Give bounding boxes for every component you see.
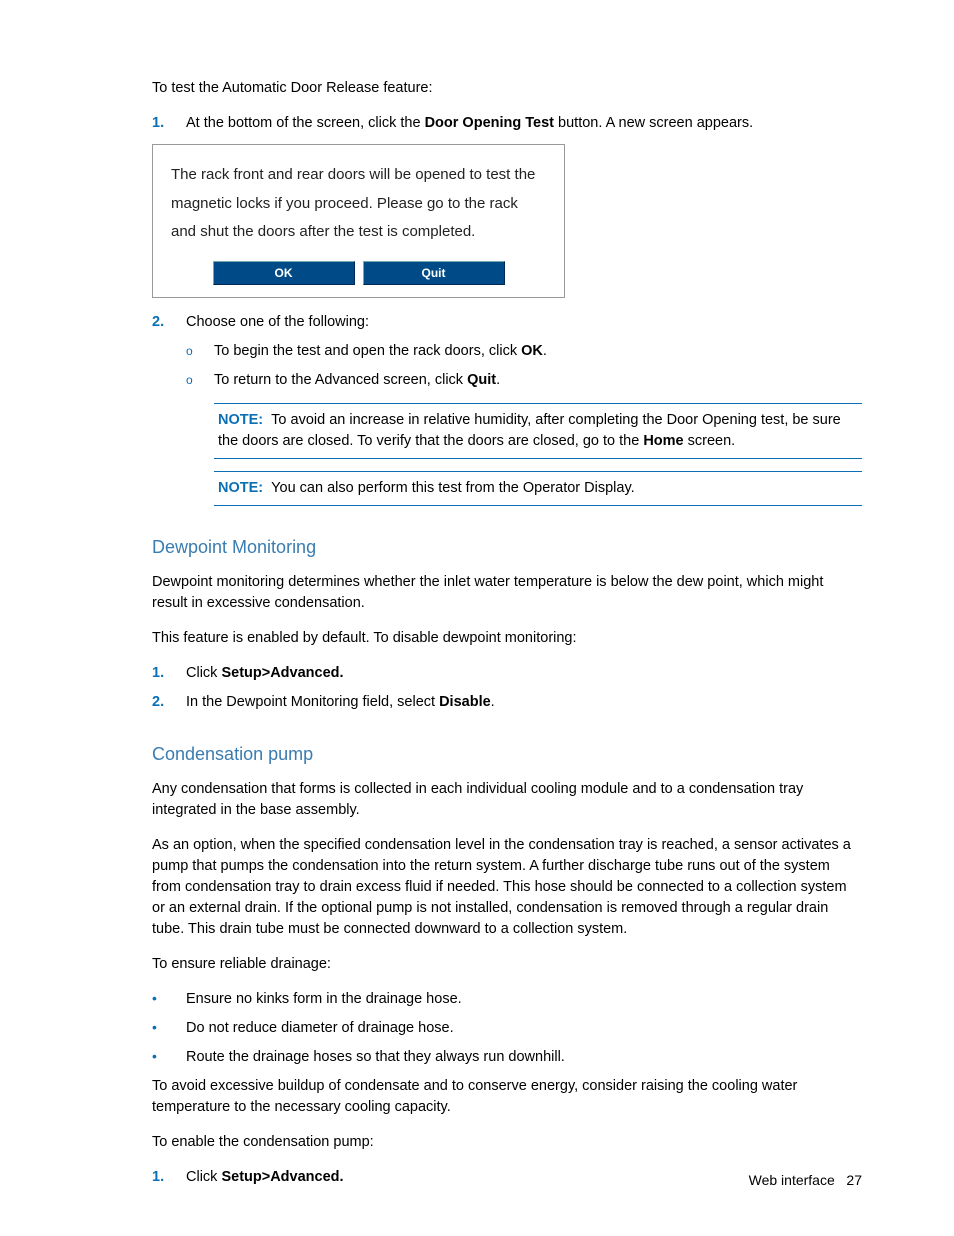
paragraph: To ensure reliable drainage: — [152, 954, 862, 975]
sub-marker: o — [186, 370, 214, 391]
page-footer: Web interface 27 — [749, 1170, 862, 1190]
bullet-text: Ensure no kinks form in the drainage hos… — [186, 989, 462, 1010]
ok-button[interactable]: OK — [213, 261, 355, 285]
bullet-icon: • — [152, 1047, 186, 1068]
sub-marker: o — [186, 341, 214, 362]
bullet-icon: • — [152, 989, 186, 1010]
intro-text: To test the Automatic Door Release featu… — [152, 78, 862, 99]
sub-text: To begin the test and open the rack door… — [214, 341, 547, 362]
step-text: Click Setup>Advanced. — [186, 1167, 344, 1188]
note-label: NOTE: — [218, 480, 263, 496]
document-page: To test the Automatic Door Release featu… — [0, 0, 954, 1236]
list-number: 2. — [152, 312, 186, 333]
dew-step-2: 2. In the Dewpoint Monitoring field, sel… — [152, 692, 862, 713]
step-1: 1. At the bottom of the screen, click th… — [152, 113, 862, 134]
paragraph: To avoid excessive buildup of condensate… — [152, 1076, 862, 1118]
note-text: To avoid an increase in relative humidit… — [218, 412, 841, 449]
heading-dewpoint: Dewpoint Monitoring — [152, 534, 862, 560]
step-text: Choose one of the following: — [186, 312, 369, 333]
quit-button[interactable]: Quit — [363, 261, 505, 285]
step-text: At the bottom of the screen, click the D… — [186, 113, 753, 134]
page-number: 27 — [846, 1172, 862, 1188]
step-text: Click Setup>Advanced. — [186, 663, 344, 684]
note-box-1: NOTE: To avoid an increase in relative h… — [214, 403, 862, 459]
heading-condensation: Condensation pump — [152, 741, 862, 767]
sub-item-b: o To return to the Advanced screen, clic… — [186, 370, 862, 391]
note-text: You can also perform this test from the … — [267, 480, 635, 496]
footer-section: Web interface — [749, 1172, 835, 1188]
step-text: In the Dewpoint Monitoring field, select… — [186, 692, 495, 713]
sub-item-a: o To begin the test and open the rack do… — [186, 341, 862, 362]
paragraph: Dewpoint monitoring determines whether t… — [152, 572, 862, 614]
dialog-message: The rack front and rear doors will be op… — [171, 161, 546, 247]
sub-text: To return to the Advanced screen, click … — [214, 370, 500, 391]
dialog-button-row: OK Quit — [171, 261, 546, 285]
step-2: 2. Choose one of the following: — [152, 312, 862, 333]
sub-list: o To begin the test and open the rack do… — [186, 341, 862, 391]
list-number: 1. — [152, 663, 186, 684]
bullet-icon: • — [152, 1018, 186, 1039]
note-box-2: NOTE: You can also perform this test fro… — [214, 471, 862, 506]
list-number: 2. — [152, 692, 186, 713]
list-number: 1. — [152, 113, 186, 134]
paragraph: This feature is enabled by default. To d… — [152, 628, 862, 649]
bullet-1: • Ensure no kinks form in the drainage h… — [152, 989, 862, 1010]
list-number: 1. — [152, 1167, 186, 1188]
paragraph: As an option, when the specified condens… — [152, 835, 862, 940]
note-label: NOTE: — [218, 412, 263, 428]
bullet-3: • Route the drainage hoses so that they … — [152, 1047, 862, 1068]
confirmation-dialog: The rack front and rear doors will be op… — [152, 144, 565, 298]
bullet-text: Do not reduce diameter of drainage hose. — [186, 1018, 454, 1039]
paragraph: Any condensation that forms is collected… — [152, 779, 862, 821]
bullet-text: Route the drainage hoses so that they al… — [186, 1047, 565, 1068]
paragraph: To enable the condensation pump: — [152, 1132, 862, 1153]
dew-step-1: 1. Click Setup>Advanced. — [152, 663, 862, 684]
bullet-2: • Do not reduce diameter of drainage hos… — [152, 1018, 862, 1039]
